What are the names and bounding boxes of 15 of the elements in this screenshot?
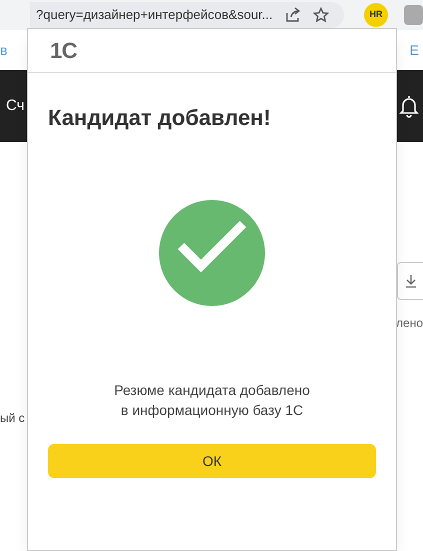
nav-text[interactable]: Сч (6, 94, 24, 118)
extension-button[interactable]: HR (364, 3, 388, 27)
download-icon (404, 274, 416, 288)
star-icon[interactable] (312, 7, 329, 23)
share-icon[interactable] (284, 7, 301, 23)
dialog-title: Кандидат добавлен! (48, 104, 272, 132)
message-text: Резюме кандидата добавлено в информационную базу 1С (113, 381, 311, 420)
address-bar[interactable]: ?query=дизайнер+интерфейсов&sour... (30, 2, 344, 28)
logo: 1С (50, 37, 78, 65)
body-text: ый с (0, 411, 25, 425)
success-check-icon (159, 200, 265, 306)
ok-button[interactable]: ОК (48, 444, 376, 478)
url-text: ?query=дизайнер+интерфейсов&sour... (36, 6, 273, 24)
status-text: лено (396, 315, 423, 332)
bell-icon[interactable] (399, 94, 419, 118)
